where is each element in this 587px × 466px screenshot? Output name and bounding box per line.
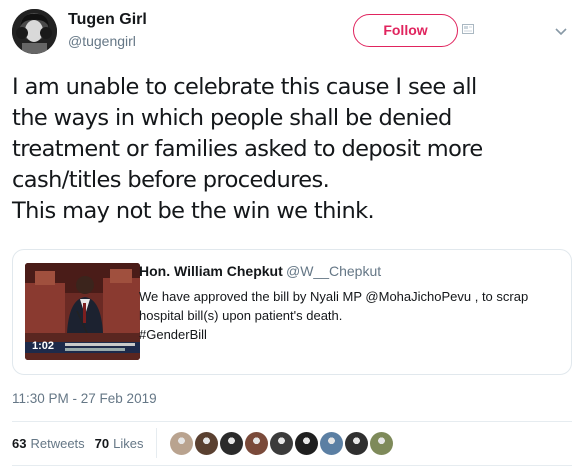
stats-separator xyxy=(156,428,157,458)
quoted-tweet-text: We have approved the bill by Nyali MP @M… xyxy=(139,287,559,344)
profile-photo-icon xyxy=(12,9,57,54)
quoted-video-thumbnail[interactable]: 1:02 xyxy=(25,263,140,360)
liker-avatar[interactable] xyxy=(295,432,318,455)
share-card-icon[interactable] xyxy=(462,24,474,34)
quoted-text-line: We have approved the bill by Nyali MP @M… xyxy=(139,289,529,304)
liker-avatar[interactable] xyxy=(270,432,293,455)
retweets-count: 63 xyxy=(12,436,27,451)
liker-avatar[interactable] xyxy=(245,432,268,455)
tweet-timestamp[interactable]: 11:30 PM - 27 Feb 2019 xyxy=(12,391,157,406)
likes-stat[interactable]: 70 Likes xyxy=(95,436,144,451)
divider xyxy=(12,421,572,422)
quoted-text-line: #GenderBill xyxy=(139,327,207,342)
quoted-tweet-card[interactable]: 1:02 Hon. William Chepkut @W__Chepkut We… xyxy=(12,249,572,375)
liker-avatars xyxy=(170,432,393,455)
follow-button[interactable]: Follow xyxy=(353,14,458,47)
liker-avatar[interactable] xyxy=(195,432,218,455)
author-name[interactable]: Tugen Girl xyxy=(68,11,147,29)
likes-label: Likes xyxy=(113,436,144,451)
chevron-down-icon[interactable] xyxy=(555,28,567,36)
retweets-stat[interactable]: 63 Retweets xyxy=(12,436,85,451)
liker-avatar[interactable] xyxy=(370,432,393,455)
retweets-label: Retweets xyxy=(30,436,85,451)
liker-avatar[interactable] xyxy=(220,432,243,455)
tweet-text: I am unable to celebrate this cause I se… xyxy=(12,74,483,224)
liker-avatar[interactable] xyxy=(170,432,193,455)
author-avatar[interactable] xyxy=(12,9,57,54)
quoted-author-name: Hon. William Chepkut xyxy=(139,263,283,279)
quoted-text-line: hospital bill(s) upon patient's death. xyxy=(139,308,343,323)
likes-count: 70 xyxy=(94,436,110,451)
video-duration: 1:02 xyxy=(32,340,55,352)
tweet-stats: 63 Retweets 70 Likes xyxy=(12,436,154,451)
liker-avatar[interactable] xyxy=(320,432,343,455)
quoted-author-handle: @W__Chepkut xyxy=(286,263,382,279)
author-handle[interactable]: @tugengirl xyxy=(68,33,136,49)
liker-avatar[interactable] xyxy=(345,432,368,455)
